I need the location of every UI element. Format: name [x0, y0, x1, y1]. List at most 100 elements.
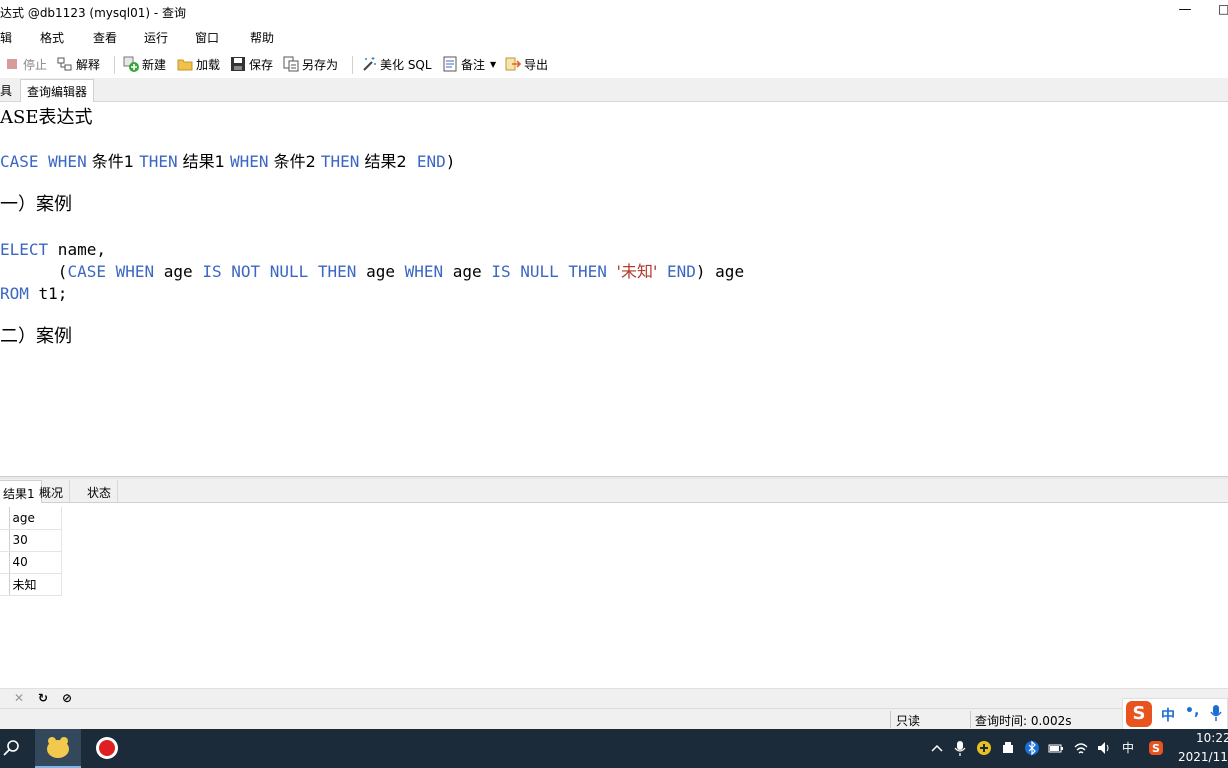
battery-icon[interactable]: [1048, 739, 1064, 757]
menu-run[interactable]: 运行: [144, 29, 168, 46]
grid-cell[interactable]: 未知: [9, 573, 62, 596]
export-icon: [505, 56, 522, 72]
input-language-indicator[interactable]: 中: [1120, 739, 1136, 757]
sql-keyword: WHEN: [404, 262, 444, 281]
editor-line: 二）案例: [0, 326, 72, 347]
stop-icon: [4, 56, 20, 72]
explain-button[interactable]: 解释: [57, 54, 100, 74]
clock-date[interactable]: 2021/11/: [1178, 750, 1228, 764]
editor-line: (CASE WHEN age IS NOT NULL THEN age WHEN…: [0, 261, 744, 283]
ime-punctuation-toggle[interactable]: •,: [1185, 703, 1199, 719]
save-label: 保存: [249, 57, 274, 72]
record-icon: [96, 737, 118, 759]
row-header[interactable]: [0, 573, 10, 596]
menu-view[interactable]: 查看: [93, 29, 117, 46]
wifi-icon[interactable]: [1073, 739, 1089, 757]
menu-bar: 辑 格式 查看 运行 窗口 帮助: [0, 25, 1228, 48]
magic-wand-icon: [361, 56, 377, 72]
microphone-icon[interactable]: [952, 739, 968, 757]
stop-button[interactable]: 停止: [4, 54, 47, 74]
row-header[interactable]: [0, 529, 10, 552]
grid-toolbar: ✕ ↻ ⊘: [0, 688, 1228, 708]
save-as-button[interactable]: 另存为: [283, 54, 338, 74]
sql-keyword: END: [667, 262, 696, 281]
document-tabs: 具 查询编辑器: [0, 78, 1228, 103]
table-row[interactable]: 40: [0, 551, 62, 574]
memo-button[interactable]: 备注 ▼: [442, 54, 496, 74]
sogou-logo-icon[interactable]: S: [1126, 701, 1152, 727]
status-divider: [970, 711, 971, 728]
volume-icon[interactable]: [1096, 739, 1112, 757]
status-bar: 只读 查询时间: 0.002s: [0, 708, 1228, 729]
tab-status[interactable]: 状态: [81, 480, 119, 503]
status-readonly: 只读: [896, 714, 921, 728]
window-title: 达式 @db1123 (mysql01) - 查询: [0, 6, 186, 20]
refresh-icon[interactable]: ↻: [36, 691, 50, 705]
column-header-age[interactable]: age: [9, 507, 62, 530]
table-row[interactable]: 未知: [0, 573, 62, 596]
menu-format[interactable]: 格式: [40, 29, 64, 46]
toolbar-separator: [114, 56, 115, 74]
tab-overview[interactable]: 概况: [33, 480, 71, 503]
taskbar: 中 S 10:22 2021/11/: [0, 729, 1228, 768]
sql-keyword: CASE WHEN: [67, 262, 155, 281]
menu-window[interactable]: 窗口: [195, 29, 219, 46]
stop-icon[interactable]: ⊘: [60, 691, 74, 705]
new-query-icon: [123, 56, 139, 72]
search-icon[interactable]: [2, 738, 22, 758]
grid-cell[interactable]: 40: [9, 551, 62, 574]
save-icon: [230, 56, 246, 72]
new-button[interactable]: 新建: [123, 54, 166, 74]
clock-time[interactable]: 10:22: [1196, 731, 1228, 745]
load-button[interactable]: 加载: [177, 54, 220, 74]
grid-cell[interactable]: 30: [9, 529, 62, 552]
row-header[interactable]: [0, 507, 10, 530]
sql-keyword: CASE WHEN: [0, 152, 87, 171]
chevron-down-icon[interactable]: ▼: [490, 60, 496, 69]
sql-keyword: END: [416, 152, 446, 171]
menu-help[interactable]: 帮助: [250, 29, 274, 46]
sql-keyword: ELECT: [0, 240, 49, 259]
usb-device-icon[interactable]: [1000, 739, 1016, 757]
sql-text: age: [443, 262, 492, 281]
ime-toolbar: S 中 •,: [1122, 698, 1228, 730]
minimize-button[interactable]: —: [1178, 2, 1192, 18]
sogou-tray-icon[interactable]: S: [1148, 739, 1164, 757]
taskbar-app-recorder[interactable]: [84, 729, 130, 768]
sql-keyword: WHEN: [229, 152, 269, 171]
tab-query-editor[interactable]: 查询编辑器: [20, 79, 95, 103]
sql-text: 条件1: [86, 152, 140, 171]
beautify-sql-button[interactable]: 美化 SQL: [361, 54, 432, 74]
clear-icon[interactable]: ✕: [12, 691, 26, 705]
result-grid: age 30 40 未知: [0, 507, 62, 596]
ime-language-toggle[interactable]: 中: [1161, 705, 1175, 725]
load-label: 加载: [196, 57, 221, 72]
sql-keyword: IS NULL THEN: [491, 262, 607, 281]
table-row[interactable]: 30: [0, 529, 62, 552]
sql-keyword: THEN: [320, 152, 360, 171]
row-header[interactable]: [0, 551, 10, 574]
sql-text: 结果2: [359, 152, 417, 171]
sql-text: 结果1: [177, 152, 230, 171]
save-button[interactable]: 保存: [230, 54, 273, 74]
export-button[interactable]: 导出: [505, 54, 548, 74]
microphone-icon[interactable]: [1209, 704, 1223, 722]
maximize-button[interactable]: □: [1218, 2, 1228, 18]
export-label: 导出: [524, 57, 549, 72]
sql-text: t1;: [28, 284, 68, 303]
chevron-up-icon[interactable]: [929, 739, 945, 757]
explain-icon: [57, 56, 73, 72]
plus-circle-icon[interactable]: [976, 739, 992, 757]
bluetooth-icon[interactable]: [1024, 739, 1040, 757]
tab-tools[interactable]: 具: [0, 79, 18, 102]
sql-keyword: ROM: [0, 284, 29, 303]
sql-text: age: [154, 262, 203, 281]
editor-line: ROM t1;: [0, 283, 67, 305]
taskbar-app-navicat[interactable]: [35, 729, 81, 768]
memo-icon: [442, 56, 458, 72]
query-editor[interactable]: ASE表达式 CASE WHEN 条件1 THEN 结果1 WHEN 条件2 T…: [0, 102, 1228, 476]
menu-edit[interactable]: 辑: [0, 29, 12, 46]
toolbar-separator: [352, 56, 353, 74]
